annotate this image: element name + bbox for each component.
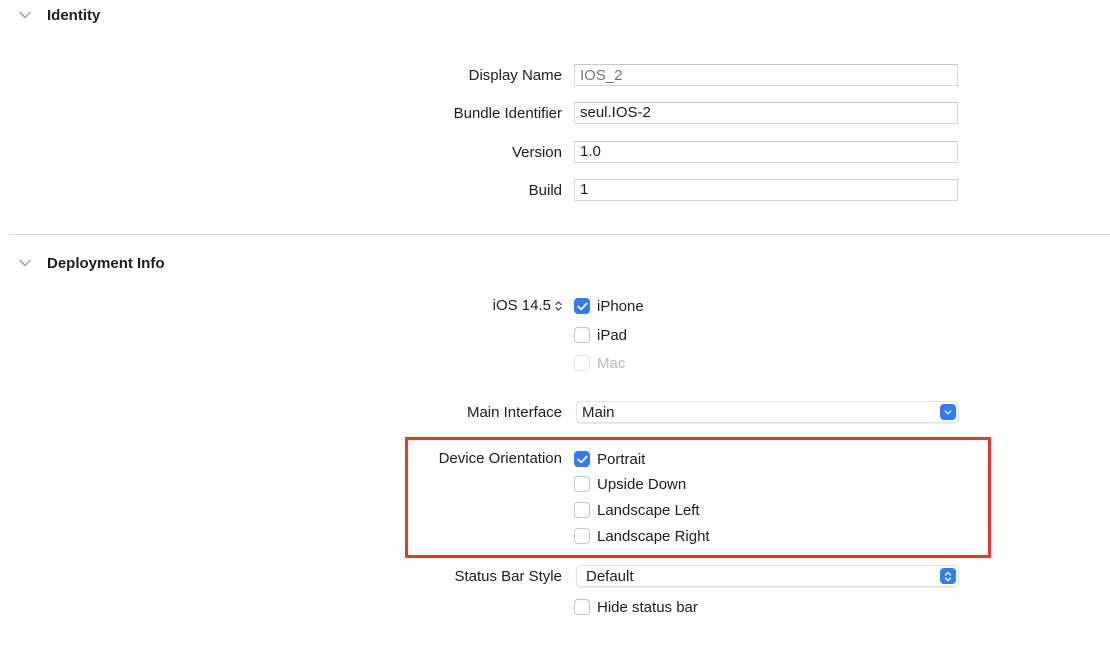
status-bar-style-value: Default (586, 567, 634, 585)
checkbox-checked-icon[interactable] (574, 298, 590, 314)
build-settings-panel: Identity Display Name Bundle Identifier … (0, 0, 1110, 660)
checkbox-unchecked-icon[interactable] (574, 599, 590, 615)
device-mac-label: Mac (597, 354, 626, 372)
main-interface-label: Main Interface (466, 404, 562, 421)
device-ipad-label: iPad (597, 326, 628, 344)
device-ipad-row[interactable]: iPad (574, 325, 627, 345)
build-field[interactable]: 1 (574, 179, 958, 201)
display-name-label: Display Name (468, 67, 562, 84)
deployment-section-header[interactable]: Deployment Info (18, 253, 165, 273)
version-field[interactable]: 1.0 (574, 141, 958, 163)
bundle-identifier-label: Bundle Identifier (453, 105, 562, 122)
device-mac-row: Mac (574, 353, 625, 373)
checkbox-disabled-icon (574, 355, 590, 371)
hide-status-bar-row[interactable]: Hide status bar (574, 597, 698, 617)
annotation-highlight-box (405, 437, 991, 558)
status-bar-style-label: Status Bar Style (454, 568, 562, 585)
section-divider (10, 234, 1110, 235)
bundle-identifier-field[interactable]: seul.IOS-2 (574, 102, 958, 124)
up-down-arrows-icon (555, 300, 562, 311)
identity-section-title: Identity (47, 6, 101, 24)
device-iphone-label: iPhone (597, 297, 644, 315)
ios-version-label: iOS 14.5 (492, 297, 551, 314)
deployment-section-title: Deployment Info (47, 254, 165, 272)
build-label: Build (528, 182, 562, 199)
main-interface-popup[interactable]: Main (576, 401, 959, 423)
status-bar-style-popup[interactable]: Default (576, 565, 959, 587)
device-iphone-row[interactable]: iPhone (574, 296, 644, 316)
identity-section-header[interactable]: Identity (18, 5, 100, 25)
chevron-down-icon[interactable] (18, 256, 32, 270)
checkbox-unchecked-icon[interactable] (574, 327, 590, 343)
up-down-arrows-icon (940, 568, 956, 584)
version-label: Version (511, 144, 562, 161)
chevron-down-icon (940, 404, 956, 420)
display-name-field[interactable] (574, 64, 958, 86)
main-interface-value: Main (582, 403, 615, 421)
ios-version-popup[interactable]: iOS 14.5 (493, 297, 562, 314)
hide-status-bar-label: Hide status bar (597, 598, 698, 616)
chevron-down-icon[interactable] (18, 8, 32, 22)
